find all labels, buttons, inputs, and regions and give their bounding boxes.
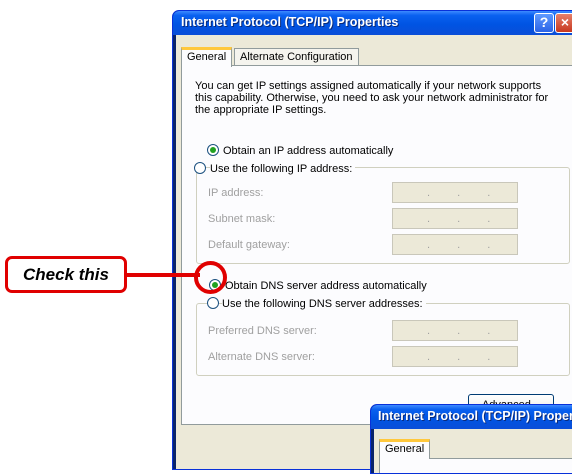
general-tab-panel: You can get IP settings assigned automat… <box>181 65 572 425</box>
second-tab-general[interactable]: General <box>379 439 431 459</box>
default-gateway-field[interactable]: . . . <box>392 234 518 255</box>
ip-address-value: . . . <box>427 187 491 199</box>
ip-auto-label[interactable]: Obtain an IP address automatically <box>223 145 393 157</box>
default-gateway-value: . . . <box>427 239 491 251</box>
second-dialog: Internet Protocol (TCP/IP) Properties Ge… <box>370 404 572 474</box>
alternate-dns-field[interactable]: . . . <box>392 346 518 367</box>
ip-manual-radio[interactable] <box>194 162 206 174</box>
ip-address-label: IP address: <box>208 187 264 199</box>
tab-alternate-label: Alternate Configuration <box>240 51 353 63</box>
preferred-dns-field[interactable]: . . . <box>392 320 518 341</box>
subnet-mask-field[interactable]: . . . <box>392 208 518 229</box>
help-icon: ? <box>539 14 549 30</box>
preferred-dns-label: Preferred DNS server: <box>208 325 317 337</box>
tab-alternate-configuration[interactable]: Alternate Configuration <box>234 48 359 66</box>
alternate-dns-label: Alternate DNS server: <box>208 351 315 363</box>
second-title-bar[interactable]: Internet Protocol (TCP/IP) Properties <box>371 405 572 429</box>
dns-auto-label[interactable]: Obtain DNS server address automatically <box>225 280 427 292</box>
close-button[interactable]: × <box>555 13 572 33</box>
help-button[interactable]: ? <box>534 13 554 33</box>
check-this-callout: Check this <box>5 256 127 293</box>
dialog-title: Internet Protocol (TCP/IP) Properties <box>181 15 399 29</box>
description-line-2: this capability. Otherwise, you need to … <box>195 92 549 104</box>
callout-leader-line <box>127 273 200 277</box>
ip-auto-radio-dot <box>210 147 216 153</box>
tab-general-label: General <box>187 51 227 63</box>
description-line-3: the appropriate IP settings. <box>195 104 327 116</box>
main-dialog: Internet Protocol (TCP/IP) Properties ? … <box>172 10 572 470</box>
default-gateway-label: Default gateway: <box>208 239 290 251</box>
tab-general[interactable]: General <box>181 47 233 67</box>
second-client-area: General <box>374 429 572 473</box>
alternate-dns-value: . . . <box>427 351 491 363</box>
dns-manual-label[interactable]: Use the following DNS server addresses: <box>222 298 426 310</box>
second-tab-general-label: General <box>385 443 425 455</box>
close-icon: × <box>560 14 570 30</box>
description-line-1: You can get IP settings assigned automat… <box>195 80 542 92</box>
ip-auto-radio[interactable] <box>207 144 219 156</box>
callout-highlight-ring <box>194 261 227 294</box>
dns-manual-radio[interactable] <box>207 297 219 309</box>
ip-address-field[interactable]: . . . <box>392 182 518 203</box>
title-bar[interactable]: Internet Protocol (TCP/IP) Properties ? … <box>173 11 572 35</box>
preferred-dns-value: . . . <box>427 325 491 337</box>
subnet-mask-value: . . . <box>427 213 491 225</box>
callout-text: Check this <box>23 265 109 284</box>
second-dialog-title: Internet Protocol (TCP/IP) Properties <box>378 409 572 423</box>
subnet-mask-label: Subnet mask: <box>208 213 276 225</box>
second-tab-panel <box>379 458 572 473</box>
ip-manual-label[interactable]: Use the following IP address: <box>210 163 356 175</box>
